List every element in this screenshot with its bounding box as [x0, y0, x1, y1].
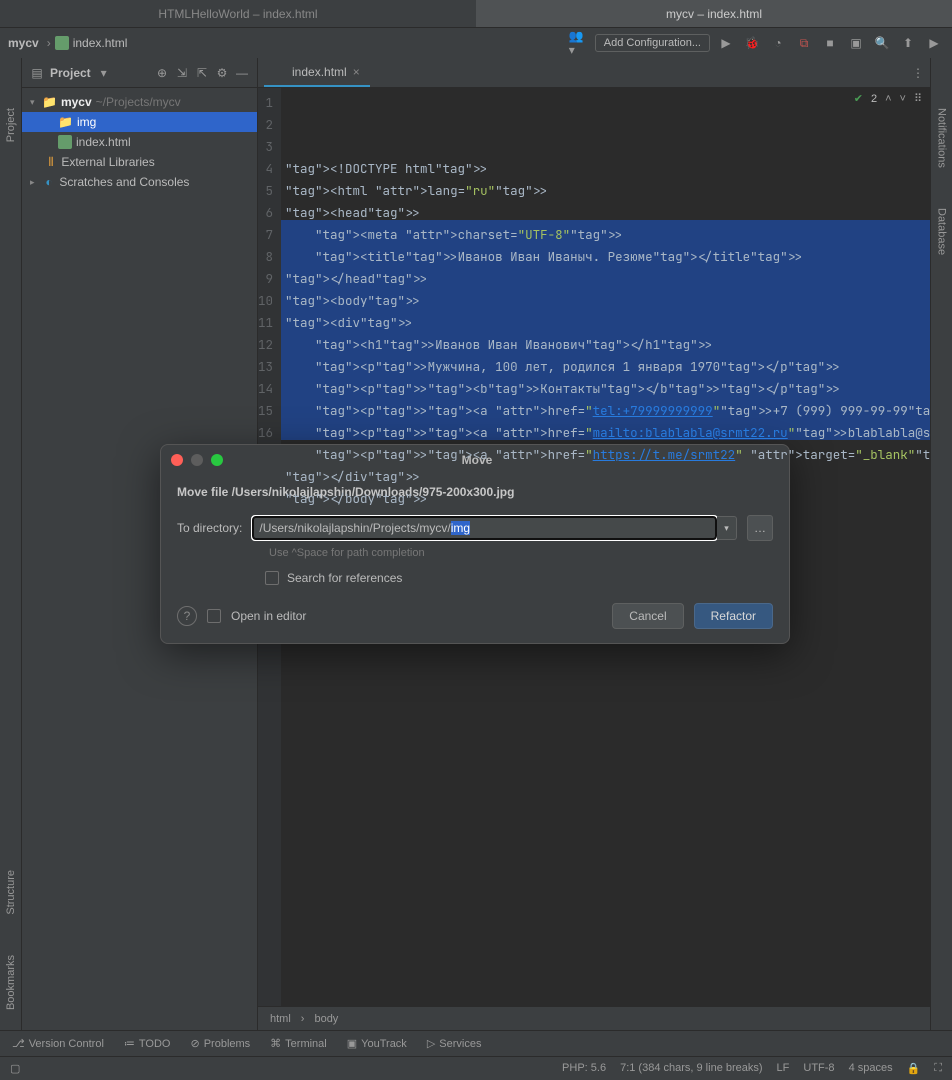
help-icon[interactable]: ?	[177, 606, 197, 626]
more-icon[interactable]: ⠿	[914, 92, 922, 105]
window-zoom-icon[interactable]	[211, 454, 223, 466]
open-in-editor-label: Open in editor	[231, 609, 306, 623]
chevron-down-icon[interactable]: ˅	[900, 93, 906, 105]
to-directory-label: To directory:	[177, 521, 242, 535]
cancel-button[interactable]: Cancel	[612, 603, 683, 629]
search-refs-row[interactable]: Search for references	[265, 571, 773, 585]
browse-button[interactable]: …	[747, 515, 773, 541]
refactor-button[interactable]: Refactor	[694, 603, 773, 629]
check-icon: ✔	[854, 92, 863, 105]
checkbox-icon[interactable]	[207, 609, 221, 623]
history-dropdown-icon[interactable]: ▾	[717, 516, 737, 540]
search-refs-label: Search for references	[287, 571, 402, 585]
path-completion-hint: Use ^Space for path completion	[269, 547, 773, 559]
checkbox-icon[interactable]	[265, 571, 279, 585]
window-close-icon[interactable]	[171, 454, 183, 466]
to-directory-input[interactable]	[252, 516, 717, 540]
inspections-widget[interactable]: ✔ 2 ˄ ˅ ⠿	[854, 92, 922, 105]
chevron-up-icon[interactable]: ˄	[885, 93, 891, 105]
window-minimize-icon	[191, 454, 203, 466]
traffic-lights	[171, 454, 223, 466]
